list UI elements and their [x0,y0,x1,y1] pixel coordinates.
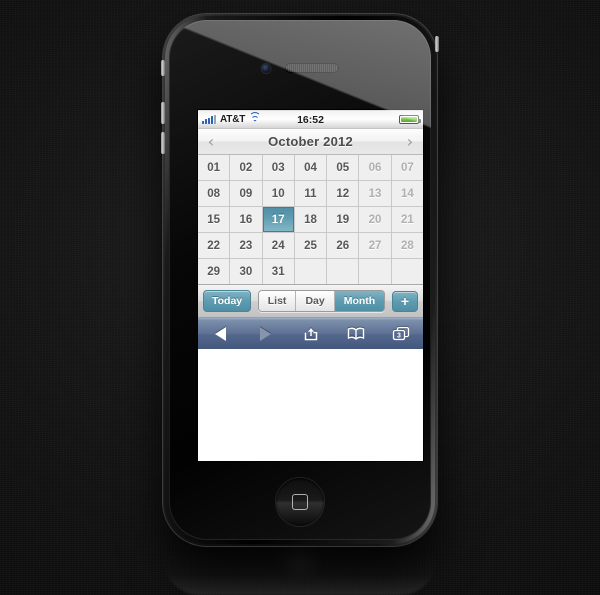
power-button[interactable] [435,36,439,52]
calendar-day-cell[interactable]: 20 [359,207,391,232]
share-icon[interactable] [299,324,323,344]
tabs-count-label: 3 [397,332,401,339]
calendar-cell-empty [294,259,327,284]
calendar-day-cell[interactable]: 05 [327,155,359,180]
view-mode-list[interactable]: List [258,291,297,311]
speaker-grille-icon [286,64,338,72]
volume-up-button[interactable] [161,102,165,124]
view-mode-day[interactable]: Day [296,291,335,311]
calendar-day-cell[interactable]: 28 [391,233,423,258]
iphone-device: AT&T 16:52 ‹ October 2012 › 01 02 03 04 05 06… [161,14,439,546]
calendar-day-cell[interactable]: 03 [262,155,294,180]
calendar-day-cell[interactable]: 09 [230,181,262,206]
volume-down-button[interactable] [161,132,165,154]
calendar-day-cell[interactable]: 15 [198,207,230,232]
next-month-button[interactable]: › [397,133,423,150]
calendar-day-cell[interactable]: 04 [294,155,327,180]
safari-toolbar: 3 [198,317,423,349]
calendar-cell-empty [359,259,391,284]
calendar-day-cell[interactable]: 01 [198,155,230,180]
calendar-cell-empty [327,259,359,284]
battery-icon [399,115,421,124]
calendar-day-cell[interactable]: 13 [359,181,391,206]
calendar-day-cell[interactable]: 08 [198,181,230,206]
home-button[interactable] [276,478,324,526]
bookmarks-book-icon[interactable] [344,324,368,344]
back-arrow-icon[interactable] [209,324,233,344]
status-bar: AT&T 16:52 [198,110,423,129]
device-screen: AT&T 16:52 ‹ October 2012 › 01 02 03 04 05 06… [198,110,423,461]
front-camera-icon [261,64,271,73]
device-reflection [163,535,437,595]
calendar-day-cell[interactable]: 25 [294,233,327,258]
calendar-day-cell[interactable]: 21 [391,207,423,232]
view-mode-month[interactable]: Month [334,291,385,311]
status-bar-clock: 16:52 [297,113,324,126]
device-bezel: AT&T 16:52 ‹ October 2012 › 01 02 03 04 05 06… [169,20,431,540]
calendar-day-cell[interactable]: 06 [359,155,391,180]
calendar-day-cell[interactable]: 18 [294,207,327,232]
calendar-day-cell[interactable]: 23 [230,233,262,258]
today-button[interactable]: Today [203,290,252,312]
calendar-grid: 01 02 03 04 05 06 07 08 09 10 11 12 13 14 15 16 17 18 19 20… [198,155,423,284]
calendar-day-cell[interactable]: 11 [294,181,327,206]
calendar-day-cell[interactable]: 12 [327,181,359,206]
calendar-day-cell[interactable]: 26 [327,233,359,258]
calendar-day-cell[interactable]: 31 [262,259,294,284]
calendar-day-cell[interactable]: 19 [327,207,359,232]
forward-arrow-icon [254,324,278,344]
silent-switch[interactable] [161,60,165,76]
calendar-day-cell[interactable]: 29 [198,259,230,284]
calendar-cell-empty [391,259,423,284]
calendar-day-cell[interactable]: 14 [391,181,423,206]
tabs-icon[interactable]: 3 [389,324,413,344]
add-event-button[interactable]: + [391,290,418,312]
calendar-month-header: ‹ October 2012 › [198,129,423,155]
calendar-day-cell[interactable]: 16 [230,207,262,232]
calendar-day-cell[interactable]: 02 [230,155,262,180]
battery-fill [401,117,417,122]
prev-month-button[interactable]: ‹ [198,133,224,150]
calendar-day-cell[interactable]: 10 [262,181,294,206]
calendar-day-cell[interactable]: 30 [230,259,262,284]
calendar-day-cell[interactable]: 07 [391,155,423,180]
calendar-day-cell[interactable]: 22 [198,233,230,258]
view-mode-segmented-control: List Day Month [257,290,386,312]
calendar-toolbar: Today List Day Month + [198,284,423,317]
calendar-day-cell[interactable]: 17 [262,207,294,232]
home-button-square-icon [292,494,308,510]
calendar-day-cell[interactable]: 27 [359,233,391,258]
calendar-title: October 2012 [268,134,353,149]
calendar-day-cell[interactable]: 24 [262,233,294,258]
